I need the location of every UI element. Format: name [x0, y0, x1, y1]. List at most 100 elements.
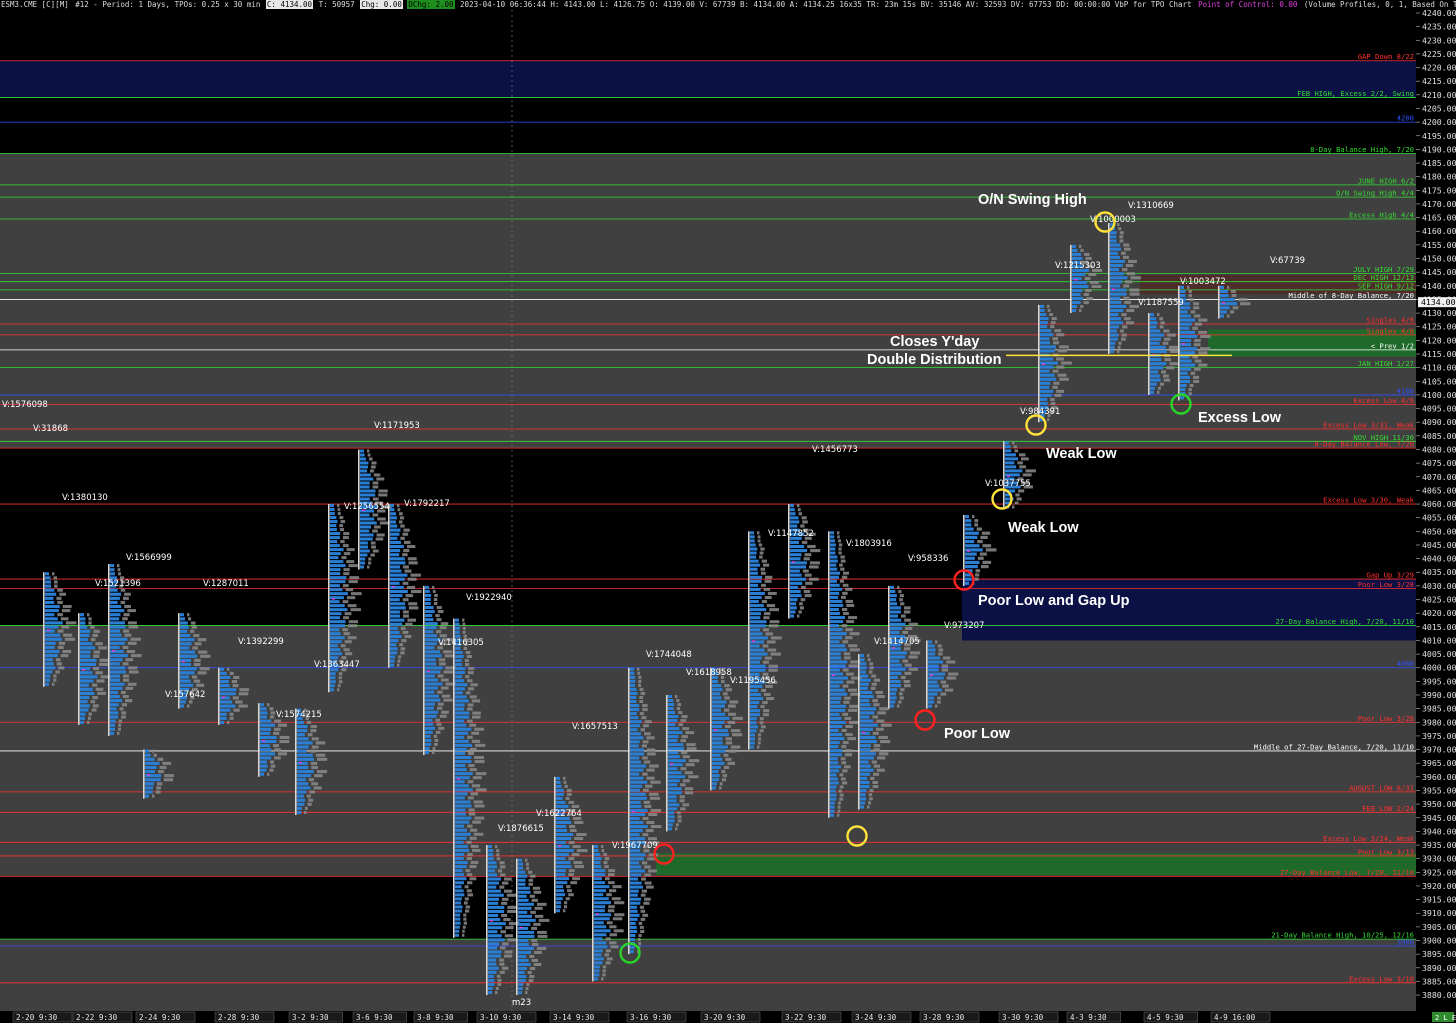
volume-row — [732, 716, 743, 720]
volume-row — [766, 604, 776, 608]
tpo-row — [860, 711, 875, 715]
tpo-row — [1110, 251, 1118, 255]
tpo-row — [145, 790, 153, 794]
volume-row — [470, 861, 479, 865]
tpo-row — [518, 890, 531, 894]
volume-row — [803, 589, 811, 594]
volume-row — [90, 625, 95, 629]
volume-row — [231, 679, 238, 684]
volume-row — [724, 725, 731, 729]
volume-row — [474, 755, 484, 760]
tpo-row — [890, 610, 901, 614]
tpo-row — [518, 926, 529, 930]
tpo-row — [860, 735, 876, 740]
tpo-row — [425, 686, 438, 690]
tpo-row — [45, 584, 52, 588]
tpo-row — [1040, 308, 1045, 312]
annotation-on-swing-high: O/N Swing High — [978, 192, 1087, 208]
tpo-row — [712, 688, 723, 692]
volume-row — [639, 925, 644, 929]
volume-row — [340, 540, 345, 544]
volume-row — [529, 966, 536, 971]
tpo-row — [330, 512, 335, 516]
tpo-row — [518, 858, 522, 862]
tpo-row — [668, 819, 675, 823]
tpo-row — [928, 652, 936, 656]
tpo-row — [220, 679, 229, 684]
volume-row — [642, 816, 649, 821]
volume-row — [193, 662, 201, 667]
tpo-row — [556, 780, 561, 784]
volume-row — [805, 581, 813, 585]
tpo-row — [965, 552, 977, 556]
tpo-row — [145, 786, 154, 790]
volume-row — [156, 786, 161, 790]
tpo-row — [220, 704, 236, 708]
tpo-row — [425, 678, 438, 682]
volume-row — [640, 929, 645, 933]
tpo-row — [425, 634, 437, 638]
volume-row — [464, 909, 470, 913]
volume-row — [1119, 329, 1124, 333]
tpo-row — [145, 782, 154, 786]
tpo-row — [518, 950, 532, 954]
volume-row — [677, 811, 681, 815]
poc-marker — [222, 696, 225, 698]
tpo-row — [330, 600, 340, 604]
tpo-row — [297, 774, 312, 778]
tpo-row — [455, 735, 465, 739]
tpo-row — [297, 733, 305, 737]
volume-row — [342, 536, 349, 540]
tpo-range-bar — [78, 613, 80, 726]
volume-row — [1188, 293, 1192, 298]
volume-row — [64, 637, 76, 641]
tpo-row — [860, 801, 866, 805]
tpo-row — [750, 604, 764, 608]
volume-row — [1124, 247, 1131, 251]
tpo-row — [390, 553, 400, 557]
volume-row — [437, 702, 444, 706]
tpo-row — [750, 616, 761, 620]
volume-row — [759, 551, 764, 555]
volume-row — [682, 727, 690, 731]
volume-row — [873, 678, 881, 682]
tpo-row — [110, 609, 125, 613]
tpo-row — [890, 671, 902, 675]
volume-row — [763, 563, 770, 567]
tpo-row — [630, 732, 642, 736]
tpo-row — [45, 658, 53, 662]
poc-marker — [862, 731, 865, 734]
tpo-range-bar — [486, 845, 488, 996]
tpo-row — [712, 700, 727, 704]
volume-row — [467, 707, 473, 711]
tpo-row — [830, 781, 839, 785]
volume-row — [640, 917, 646, 921]
tpo-chart[interactable]: GAP Down 8/22FEB HIGH, Excess 2/2, Swing… — [0, 0, 1456, 1023]
tpo-row — [80, 691, 95, 696]
tpo-row — [390, 630, 400, 634]
volume-row — [54, 584, 58, 588]
volume-row — [867, 805, 870, 809]
volume-row — [686, 747, 697, 751]
level-label: 4100 — [1397, 386, 1414, 395]
volume-label: V:973207 — [944, 621, 984, 631]
volume-row — [798, 512, 802, 516]
poc-marker — [632, 810, 635, 813]
tpo-row — [518, 922, 531, 926]
volume-row — [58, 641, 66, 645]
tpo-row — [594, 881, 606, 885]
volume-row — [567, 889, 572, 893]
tpo-row — [890, 630, 900, 634]
volume-row — [646, 736, 655, 740]
volume-row — [471, 739, 481, 743]
volume-row — [723, 765, 730, 770]
tpo-row — [425, 742, 432, 746]
tpo-row — [180, 629, 188, 633]
volume-row — [157, 757, 164, 761]
price-tick-label: 4025.00 — [1422, 595, 1456, 605]
volume-row — [898, 700, 902, 704]
volume-row — [269, 715, 275, 719]
volume-row — [399, 516, 405, 520]
volume-row — [464, 659, 469, 663]
volume-row — [1057, 349, 1067, 353]
